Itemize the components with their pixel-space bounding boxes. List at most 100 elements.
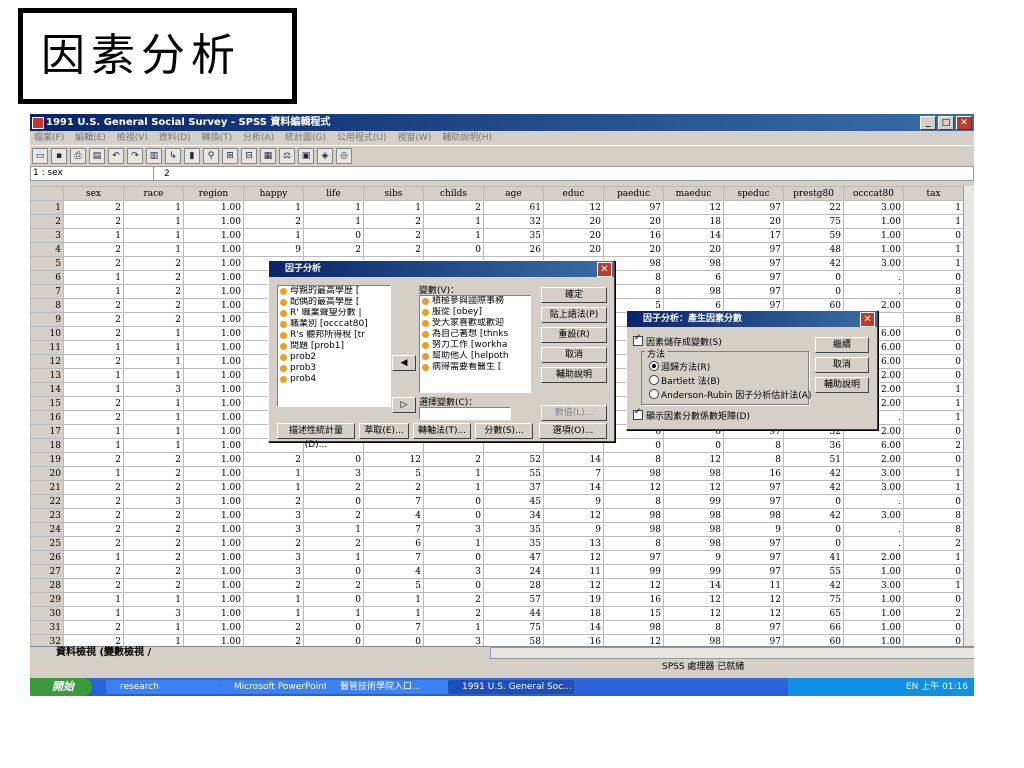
data-cell[interactable]: 1.00 xyxy=(183,354,244,369)
data-cell[interactable]: 99 xyxy=(663,494,724,509)
data-cell[interactable]: 1 xyxy=(123,326,184,341)
data-cell[interactable]: 16 xyxy=(723,466,784,481)
data-cell[interactable]: 1 xyxy=(123,214,184,229)
dialog-recall-icon[interactable]: ▤ xyxy=(89,148,105,164)
goto-case-icon[interactable]: ↳ xyxy=(165,148,181,164)
data-cell[interactable]: 98 xyxy=(663,508,724,523)
data-cell[interactable]: 12 xyxy=(603,480,664,495)
data-cell[interactable]: 52 xyxy=(483,452,544,467)
data-cell[interactable]: 20 xyxy=(543,242,604,257)
column-header-age[interactable]: age xyxy=(483,186,544,201)
insert-variable-icon[interactable]: ⊟ xyxy=(241,148,257,164)
column-header-region[interactable]: region xyxy=(183,186,244,201)
data-cell[interactable]: 2 xyxy=(123,536,184,551)
data-cell[interactable]: 41 xyxy=(783,550,844,565)
data-cell[interactable]: 4 xyxy=(363,564,424,579)
menu-edit[interactable]: 編輯(E) xyxy=(75,133,106,143)
row-number[interactable]: 19 xyxy=(30,452,64,467)
data-cell[interactable]: 1 xyxy=(303,522,364,537)
data-cell[interactable]: 1 xyxy=(243,606,304,621)
data-cell[interactable]: 1 xyxy=(423,480,484,495)
menu-help[interactable]: 輔助說明(H) xyxy=(442,133,492,143)
data-cell[interactable]: 48 xyxy=(783,242,844,257)
data-cell[interactable]: 97 xyxy=(723,270,784,285)
data-cell[interactable]: 2 xyxy=(63,312,124,327)
data-cell[interactable]: 1 xyxy=(123,354,184,369)
data-cell[interactable]: 8 xyxy=(723,452,784,467)
data-cell[interactable]: 3 xyxy=(243,522,304,537)
data-cell[interactable]: 20 xyxy=(543,228,604,243)
data-cell[interactable]: 2 xyxy=(243,452,304,467)
data-cell[interactable]: 12 xyxy=(663,480,724,495)
column-header-happy[interactable]: happy xyxy=(243,186,304,201)
find-icon[interactable]: ⚲ xyxy=(203,148,219,164)
data-cell[interactable]: 8 xyxy=(903,522,964,537)
data-cell[interactable]: 24 xyxy=(483,564,544,579)
data-cell[interactable]: 2 xyxy=(123,298,184,313)
source-variable-item[interactable]: prob3 xyxy=(278,363,390,374)
data-cell[interactable]: 1.00 xyxy=(183,284,244,299)
data-cell[interactable]: 32 xyxy=(483,214,544,229)
data-cell[interactable]: 97 xyxy=(723,564,784,579)
data-cell[interactable]: 97 xyxy=(603,550,664,565)
data-cell[interactable]: 1 xyxy=(303,550,364,565)
data-cell[interactable]: 12 xyxy=(543,200,604,215)
row-number[interactable]: 26 xyxy=(30,550,64,565)
data-cell[interactable]: 2.00 xyxy=(843,452,904,467)
row-number[interactable]: 9 xyxy=(30,312,64,327)
data-cell[interactable]: 42 xyxy=(783,578,844,593)
data-cell[interactable]: 2 xyxy=(303,508,364,523)
data-cell[interactable]: 1.00 xyxy=(183,536,244,551)
data-cell[interactable]: 20 xyxy=(723,214,784,229)
data-cell[interactable]: 42 xyxy=(783,480,844,495)
menu-analyze[interactable]: 分析(A) xyxy=(243,133,274,143)
data-cell[interactable]: 0 xyxy=(783,270,844,285)
data-cell[interactable]: 1 xyxy=(423,214,484,229)
column-header-speduc[interactable]: speduc xyxy=(723,186,784,201)
row-number[interactable]: 12 xyxy=(30,354,64,369)
data-cell[interactable]: 1 xyxy=(903,200,964,215)
source-variable-item[interactable]: 問題 [prob1] xyxy=(278,341,390,352)
data-cell[interactable]: 2 xyxy=(243,620,304,635)
data-cell[interactable]: 1 xyxy=(423,536,484,551)
data-cell[interactable]: 1.00 xyxy=(183,326,244,341)
data-cell[interactable]: 2 xyxy=(63,326,124,341)
scores-help-button[interactable]: 輔助說明 xyxy=(815,377,869,393)
method-anderson-rubin-radio[interactable]: Anderson-Rubin 因子分析估計法(A) xyxy=(649,388,811,401)
data-cell[interactable]: 75 xyxy=(783,592,844,607)
data-cell[interactable]: 2 xyxy=(63,298,124,313)
row-number[interactable]: 20 xyxy=(30,466,64,481)
data-cell[interactable]: 3 xyxy=(303,466,364,481)
variables-icon[interactable]: ▮ xyxy=(184,148,200,164)
data-cell[interactable]: 1.00 xyxy=(183,256,244,271)
row-number[interactable]: 2 xyxy=(30,214,64,229)
data-cell[interactable]: 2 xyxy=(123,256,184,271)
scores-button[interactable]: 分數(S)... xyxy=(475,423,533,439)
row-number[interactable]: 23 xyxy=(30,508,64,523)
data-cell[interactable]: 98 xyxy=(723,508,784,523)
data-cell[interactable]: 8 xyxy=(603,536,664,551)
scores-cancel-button[interactable]: 取消 xyxy=(815,357,869,373)
data-cell[interactable]: 2 xyxy=(423,200,484,215)
data-cell[interactable]: . xyxy=(843,284,904,299)
options-button[interactable]: 選項(O)... xyxy=(539,423,607,439)
data-cell[interactable]: 20 xyxy=(663,242,724,257)
data-cell[interactable]: 1.00 xyxy=(183,200,244,215)
data-cell[interactable]: 1.00 xyxy=(183,452,244,467)
data-cell[interactable]: 2 xyxy=(63,494,124,509)
data-cell[interactable]: 2 xyxy=(423,452,484,467)
data-cell[interactable]: 20 xyxy=(603,214,664,229)
data-cell[interactable]: 2 xyxy=(63,214,124,229)
row-number[interactable]: 1 xyxy=(30,200,64,215)
data-cell[interactable]: 1 xyxy=(423,620,484,635)
source-variable-item[interactable]: prob4 xyxy=(278,374,390,385)
data-cell[interactable]: 3.00 xyxy=(843,578,904,593)
data-cell[interactable]: 3.00 xyxy=(843,200,904,215)
data-cell[interactable]: 14 xyxy=(663,578,724,593)
data-cell[interactable]: 2 xyxy=(363,242,424,257)
data-cell[interactable]: 8 xyxy=(603,494,664,509)
data-cell[interactable]: 1.00 xyxy=(183,242,244,257)
data-cell[interactable]: 3 xyxy=(423,522,484,537)
data-cell[interactable]: 1.00 xyxy=(183,368,244,383)
data-cell[interactable]: 1.00 xyxy=(183,438,244,453)
